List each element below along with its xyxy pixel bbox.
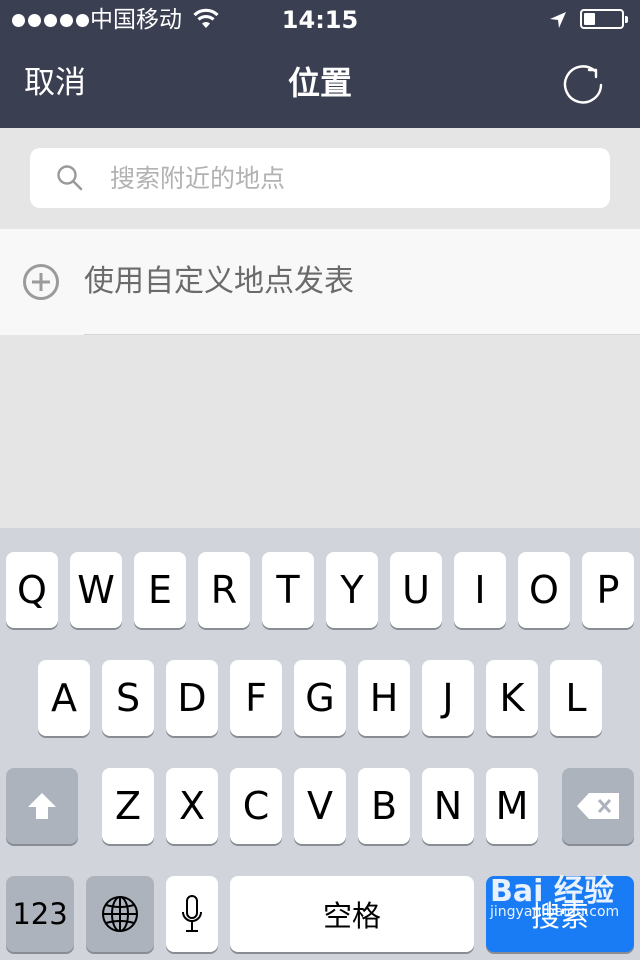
key-k[interactable]: K (486, 660, 538, 736)
microphone-key[interactable] (166, 876, 218, 952)
key-o[interactable]: O (518, 552, 570, 628)
clock: 14:15 (281, 6, 359, 34)
key-p[interactable]: P (582, 552, 634, 628)
battery-icon (580, 9, 628, 29)
header: 中国移动 14:15 取消 位置 (0, 0, 640, 128)
globe-key[interactable] (86, 876, 154, 952)
key-q[interactable]: Q (6, 552, 58, 628)
key-l[interactable]: L (550, 660, 602, 736)
numbers-key[interactable]: 123 (6, 876, 74, 952)
microphone-icon (182, 895, 202, 932)
key-f[interactable]: F (230, 660, 282, 736)
key-b[interactable]: B (358, 768, 410, 844)
refresh-icon[interactable] (560, 62, 606, 108)
key-z[interactable]: Z (102, 768, 154, 844)
key-y[interactable]: Y (326, 552, 378, 628)
custom-location-label: 使用自定义地点发表 (84, 264, 354, 299)
key-n[interactable]: N (422, 768, 474, 844)
search-icon (57, 165, 83, 191)
location-arrow-icon (550, 12, 566, 28)
globe-icon (102, 896, 138, 932)
key-u[interactable]: U (390, 552, 442, 628)
row-divider (84, 334, 640, 335)
shift-icon (28, 793, 56, 819)
page-title: 位置 (287, 64, 352, 102)
status-bar: 中国移动 14:15 (0, 0, 640, 40)
key-x[interactable]: X (166, 768, 218, 844)
key-h[interactable]: H (358, 660, 410, 736)
key-t[interactable]: T (262, 552, 314, 628)
key-d[interactable]: D (166, 660, 218, 736)
key-e[interactable]: E (134, 552, 186, 628)
delete-key[interactable] (562, 768, 634, 844)
search-bar[interactable] (30, 148, 610, 208)
plus-circle-icon (23, 264, 59, 300)
key-v[interactable]: V (294, 768, 346, 844)
key-j[interactable]: J (422, 660, 474, 736)
key-i[interactable]: I (454, 552, 506, 628)
backspace-icon (577, 793, 619, 819)
watermark-url: jingyan.baidu.com (490, 904, 620, 920)
key-a[interactable]: A (38, 660, 90, 736)
key-s[interactable]: S (102, 660, 154, 736)
key-c[interactable]: C (230, 768, 282, 844)
key-r[interactable]: R (198, 552, 250, 628)
search-input[interactable] (110, 160, 590, 196)
key-g[interactable]: G (294, 660, 346, 736)
key-m[interactable]: M (486, 768, 538, 844)
space-key[interactable]: 空格 (230, 876, 474, 952)
shift-key[interactable] (6, 768, 78, 844)
key-w[interactable]: W (70, 552, 122, 628)
